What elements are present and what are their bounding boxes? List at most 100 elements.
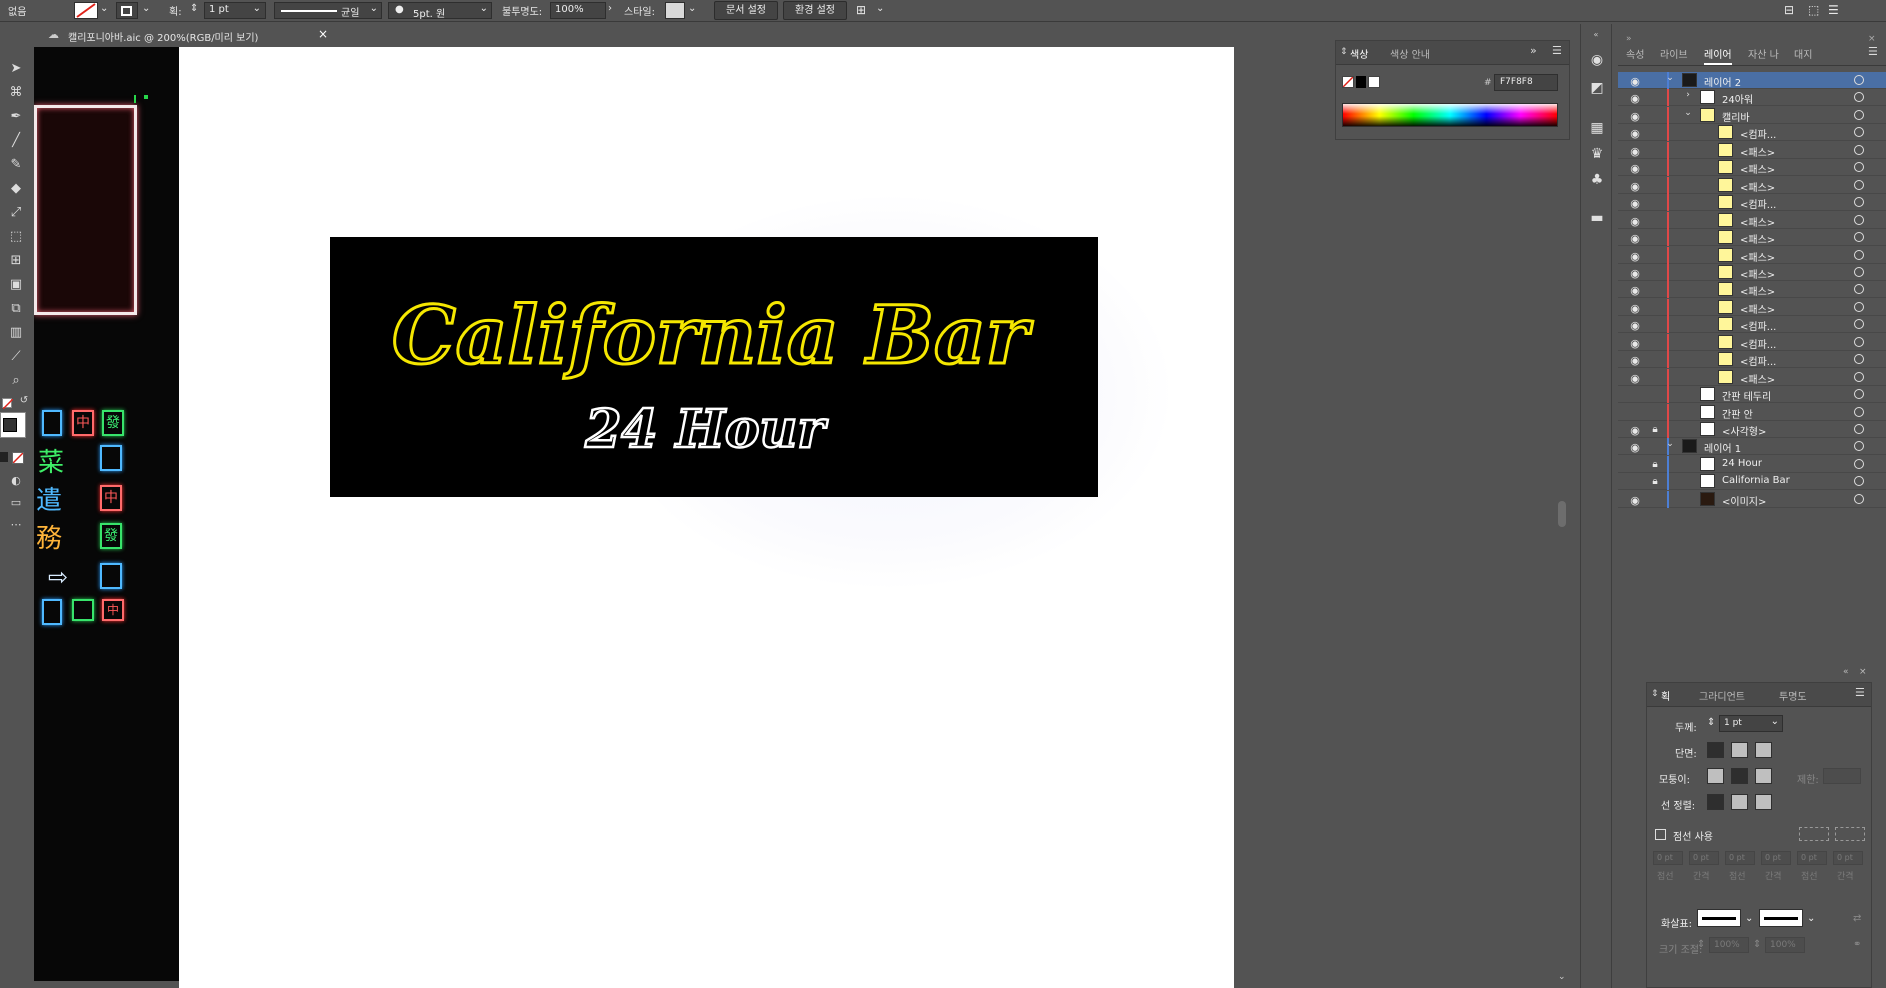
limit-field[interactable] bbox=[1823, 768, 1861, 784]
visibility-eye-icon[interactable]: ◉ bbox=[1628, 354, 1642, 368]
preferences-button[interactable]: 환경 설정 bbox=[783, 1, 847, 20]
round-cap-icon[interactable] bbox=[1731, 742, 1748, 758]
none-swatch[interactable] bbox=[1342, 76, 1354, 88]
sign-rectangle[interactable]: California Bar 24 Hour bbox=[330, 237, 1098, 497]
layer-row[interactable]: ◉ ⌄ 레이어 1 bbox=[1618, 438, 1886, 456]
start-scale-field[interactable]: 100% bbox=[1709, 937, 1749, 953]
bevel-join-icon[interactable] bbox=[1755, 768, 1772, 784]
lock-toggle[interactable] bbox=[1649, 75, 1661, 89]
visibility-toggle[interactable] bbox=[1628, 389, 1642, 403]
layer-row[interactable]: ◉ <패스> bbox=[1618, 229, 1886, 247]
tab-artboards[interactable]: 대지 bbox=[1794, 46, 1812, 61]
tab-stroke[interactable]: 획 bbox=[1661, 688, 1670, 703]
target-icon[interactable] bbox=[1854, 249, 1864, 260]
weight-field[interactable]: 1 pt ⌄ bbox=[1719, 715, 1783, 732]
selection-tool-icon[interactable]: ➤ bbox=[6, 60, 26, 78]
color-mode-icon[interactable] bbox=[0, 452, 8, 462]
lock-toggle[interactable] bbox=[1649, 215, 1661, 229]
collapse-dock-icon[interactable]: « bbox=[1581, 30, 1611, 39]
visibility-eye-icon[interactable]: ◉ bbox=[1628, 92, 1642, 106]
layer-row[interactable]: ◉ <패스> bbox=[1618, 141, 1886, 159]
layer-row[interactable]: ◉ <패스> bbox=[1618, 159, 1886, 177]
chevron-down-icon[interactable]: ⌄ bbox=[1558, 972, 1566, 982]
layer-row[interactable]: ◉ <컴파... bbox=[1618, 351, 1886, 369]
visibility-eye-icon[interactable]: ◉ bbox=[1628, 319, 1642, 333]
target-icon[interactable] bbox=[1854, 197, 1864, 208]
target-icon[interactable] bbox=[1854, 476, 1864, 487]
gap-field[interactable]: 0 pt bbox=[1689, 851, 1719, 865]
target-icon[interactable] bbox=[1854, 371, 1864, 382]
layer-row[interactable]: ◉ <컴파... bbox=[1618, 124, 1886, 142]
graphic-styles-icon[interactable]: ♛ bbox=[1585, 144, 1609, 164]
symbols-icon[interactable]: ♣ bbox=[1585, 170, 1609, 190]
end-scale-field[interactable]: 100% bbox=[1765, 937, 1805, 953]
lock-toggle[interactable] bbox=[1649, 180, 1661, 194]
target-icon[interactable] bbox=[1854, 458, 1864, 469]
stepper-icon[interactable]: ⇕ bbox=[1753, 939, 1761, 950]
layer-row[interactable]: ◉ <패스> bbox=[1618, 246, 1886, 264]
layer-row[interactable]: 🔒︎ 24 Hour bbox=[1618, 455, 1886, 473]
lock-toggle[interactable] bbox=[1649, 197, 1661, 211]
variable-width-profile[interactable]: 균일 ⌄ bbox=[274, 2, 382, 19]
target-icon[interactable] bbox=[1854, 232, 1864, 243]
chevron-down-icon[interactable]: ⌄ bbox=[142, 3, 150, 14]
align-inside-icon[interactable] bbox=[1731, 794, 1748, 810]
visibility-toggle[interactable] bbox=[1628, 459, 1642, 473]
dash-preserve-icon[interactable] bbox=[1799, 827, 1829, 841]
target-icon[interactable] bbox=[1854, 441, 1864, 452]
document-tab[interactable]: ☁ 캘리포니아바.aic @ 200%(RGB/미리 보기) × bbox=[34, 24, 328, 46]
layer-row[interactable]: 간판 테두리 bbox=[1618, 386, 1886, 404]
link-scale-icon[interactable]: ⚭ bbox=[1853, 939, 1861, 950]
arrange-icon[interactable]: ⊞ bbox=[856, 3, 866, 17]
tab-layers[interactable]: 레이어 bbox=[1704, 46, 1732, 65]
black-swatch[interactable] bbox=[1356, 76, 1366, 88]
lasso-tool-icon[interactable]: ⌘ bbox=[6, 84, 26, 102]
opacity-field[interactable]: 100% bbox=[550, 2, 606, 19]
visibility-eye-icon[interactable]: ◉ bbox=[1628, 494, 1642, 508]
stepper-icon[interactable]: ⇕ bbox=[190, 3, 198, 14]
default-colors-icon[interactable] bbox=[2, 398, 14, 410]
visibility-toggle[interactable] bbox=[1628, 407, 1642, 421]
panel-collapse-icon[interactable]: ⇕ bbox=[1651, 689, 1659, 699]
target-icon[interactable] bbox=[1854, 127, 1864, 138]
stepper-icon[interactable]: ⇕ bbox=[1707, 717, 1715, 728]
tab-libraries[interactable]: 라이브 bbox=[1660, 46, 1688, 61]
free-transform-tool-icon[interactable]: ⬚ bbox=[6, 228, 26, 246]
lock-toggle[interactable] bbox=[1649, 302, 1661, 316]
draw-mode-icon[interactable]: ◐ bbox=[6, 472, 26, 490]
target-icon[interactable] bbox=[1854, 493, 1864, 504]
brushes-icon[interactable]: ◉ bbox=[1585, 50, 1609, 70]
target-icon[interactable] bbox=[1854, 406, 1864, 417]
lock-icon[interactable]: 🔒︎ bbox=[1649, 424, 1661, 438]
zoom-tool-icon[interactable]: ⌕ bbox=[6, 372, 26, 390]
lock-toggle[interactable] bbox=[1649, 162, 1661, 176]
canvas-vertical-scrollbar[interactable]: ⌄ bbox=[1556, 46, 1568, 988]
target-icon[interactable] bbox=[1854, 75, 1864, 85]
color-spectrum[interactable] bbox=[1342, 103, 1558, 127]
24-hour-text[interactable]: 24 Hour bbox=[583, 398, 830, 462]
pen-tool-icon[interactable]: ✒ bbox=[6, 108, 26, 126]
document-setup-button[interactable]: 문서 설정 bbox=[714, 1, 778, 20]
visibility-eye-icon[interactable]: ◉ bbox=[1628, 424, 1642, 438]
line-tool-icon[interactable]: ╱ bbox=[6, 132, 26, 150]
visibility-eye-icon[interactable]: ◉ bbox=[1628, 180, 1642, 194]
panel-menu-icon[interactable]: ☰ bbox=[1552, 44, 1562, 57]
visibility-eye-icon[interactable]: ◉ bbox=[1628, 162, 1642, 176]
lock-toggle[interactable] bbox=[1649, 337, 1661, 351]
layer-row[interactable]: ◉ <패스> bbox=[1618, 176, 1886, 194]
chevron-down-icon[interactable]: ⌄ bbox=[688, 3, 696, 14]
california-bar-text[interactable]: California Bar bbox=[390, 287, 1034, 384]
layer-row[interactable]: ◉ <컴파... bbox=[1618, 333, 1886, 351]
visibility-eye-icon[interactable]: ◉ bbox=[1628, 267, 1642, 281]
layer-row[interactable]: ◉ <컴파... bbox=[1618, 194, 1886, 212]
layer-row[interactable]: ◉ ⌄ 레이어 2 bbox=[1618, 72, 1886, 89]
chevron-down-icon[interactable]: ⌄ bbox=[100, 3, 108, 14]
target-icon[interactable] bbox=[1854, 162, 1864, 173]
target-icon[interactable] bbox=[1854, 179, 1864, 190]
eyedropper-tool-icon[interactable]: ⟋ bbox=[6, 348, 26, 366]
lock-toggle[interactable] bbox=[1649, 407, 1661, 421]
layer-row[interactable]: ◉ <컴파... bbox=[1618, 316, 1886, 334]
align-icon[interactable]: ⊟ bbox=[1784, 3, 1794, 17]
dashed-line-checkbox[interactable] bbox=[1655, 829, 1666, 840]
fill-swatch[interactable] bbox=[74, 2, 98, 19]
